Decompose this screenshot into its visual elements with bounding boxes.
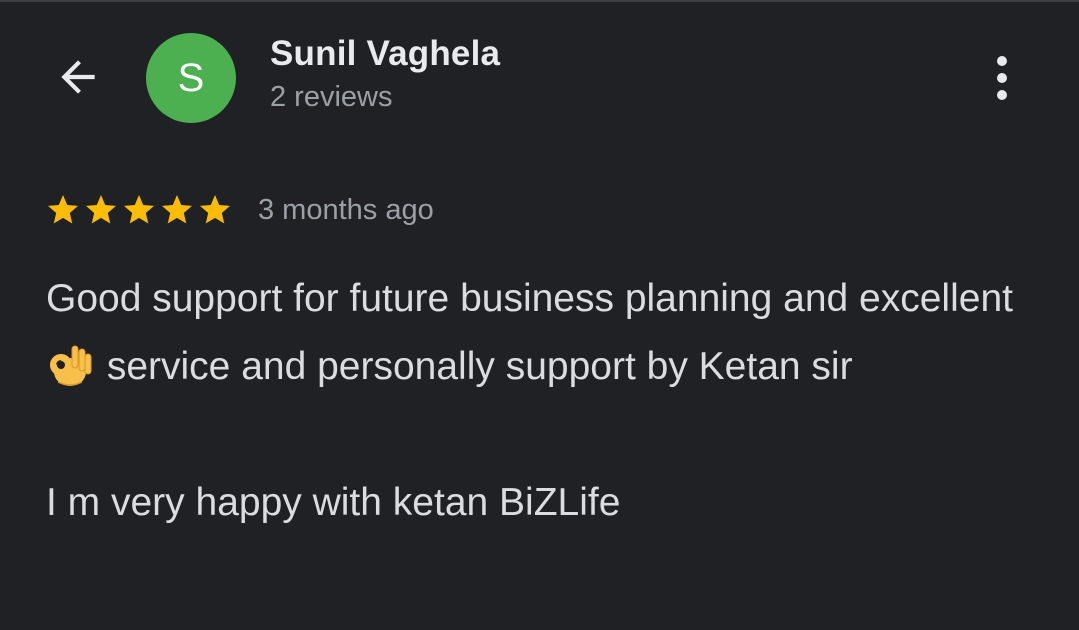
review-body: Good support for future business plannin… <box>46 265 1046 537</box>
rating-row: 3 months ago <box>44 190 434 230</box>
back-button[interactable] <box>50 52 106 102</box>
arrow-left-icon <box>61 60 95 94</box>
avatar[interactable]: S <box>146 33 236 123</box>
ok-hand-emoji-icon <box>50 345 92 386</box>
review-paragraph: Good support for future business plannin… <box>46 265 1046 401</box>
more-vertical-icon-dot <box>997 90 1007 100</box>
more-vertical-icon <box>997 56 1007 66</box>
more-options-button[interactable] <box>982 50 1022 106</box>
review-text-part: service and personally support by Ketan … <box>106 345 853 388</box>
star-icon <box>124 195 154 224</box>
more-vertical-icon-dot <box>997 73 1007 83</box>
review-date: 3 months ago <box>258 193 434 226</box>
star-rating <box>44 192 234 228</box>
reviews-count: 2 reviews <box>270 81 393 113</box>
star-icon <box>86 195 116 224</box>
star-icon <box>162 195 192 224</box>
review-paragraph: I m very happy with ketan BiZLife <box>46 481 621 524</box>
star-icon <box>48 195 78 224</box>
avatar-letter: S <box>177 55 205 100</box>
star-icon <box>200 195 230 224</box>
top-edge-divider <box>0 0 1079 2</box>
review-text-part: Good support for future business plannin… <box>46 277 1013 320</box>
reviewer-name[interactable]: Sunil Vaghela <box>270 34 500 74</box>
